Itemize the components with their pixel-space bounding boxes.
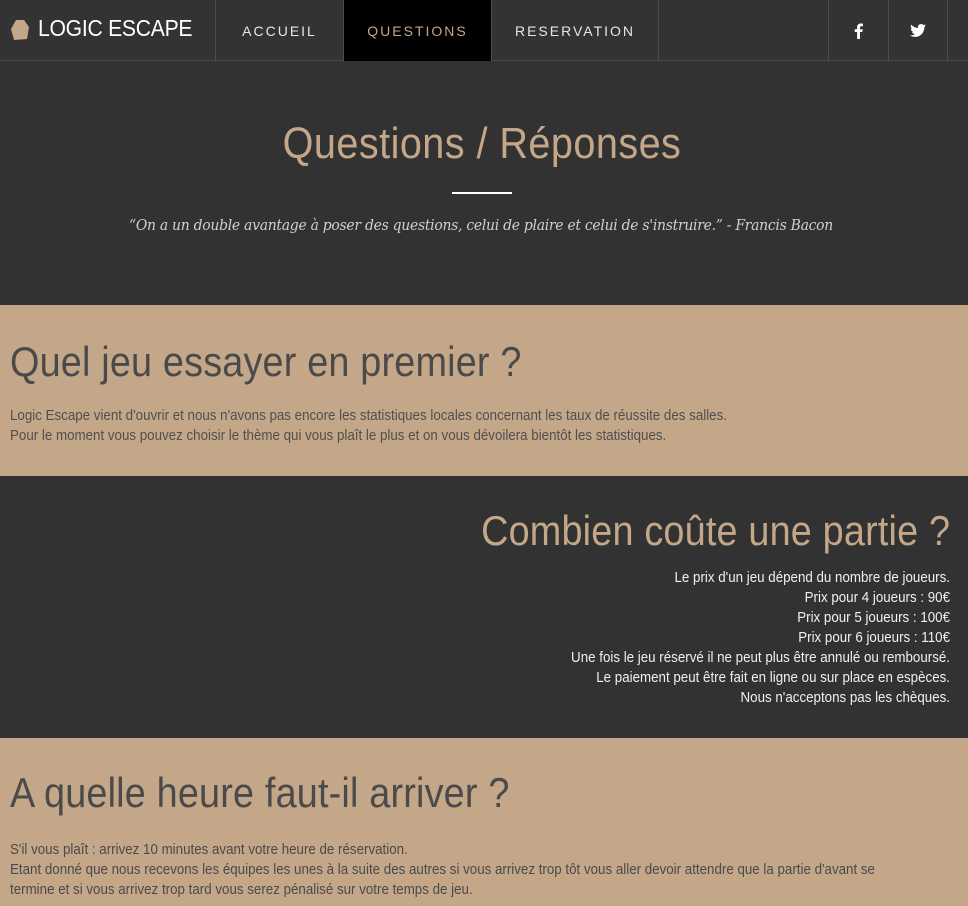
faq-answer: S'il vous plaît : arrivez 10 minutes ava… (10, 840, 940, 900)
faq-section-arrival-time: A quelle heure faut-il arriver ? S'il vo… (0, 738, 968, 906)
brand-text: LOGIC ESCAPE (38, 15, 193, 41)
top-navbar: LOGIC ESCAPE ACCUEIL QUESTIONS RESERVATI… (0, 0, 968, 61)
hero-quote: “On a un double avantage à poser des que… (128, 216, 834, 234)
nav-link-accueil[interactable]: ACCUEIL (216, 0, 344, 61)
faq-answer-line: Pour le moment vous pouvez choisir le th… (10, 428, 667, 444)
faq-answer-line: Etant donné que nous recevons les équipe… (10, 862, 875, 878)
title-divider (452, 192, 512, 194)
faq-title: Quel jeu essayer en premier ? (10, 338, 522, 385)
faq-section-price: Combien coûte une partie ? Le prix d'un … (0, 476, 968, 738)
page-title: Questions / Réponses (282, 119, 682, 168)
faq-answer-line: Nous n'acceptons pas les chèques. (740, 690, 950, 706)
faq-answer-line: Une fois le jeu réservé il ne peut plus … (571, 650, 950, 666)
faq-answer-line: Le paiement peut être fait en ligne ou s… (596, 670, 950, 686)
faq-answer: Logic Escape vient d'ouvrir et nous n'av… (10, 406, 960, 446)
faq-title: A quelle heure faut-il arriver ? (10, 769, 510, 816)
twitter-button[interactable] (888, 0, 948, 61)
nav-link-questions[interactable]: QUESTIONS (344, 0, 492, 61)
logo-icon (11, 20, 29, 40)
faq-answer: Le prix d'un jeu dépend du nombre de jou… (50, 568, 950, 708)
faq-answer-line: Prix pour 6 joueurs : 110€ (798, 630, 950, 646)
faq-answer-line: Prix pour 4 joueurs : 90€ (804, 590, 950, 606)
faq-title: Combien coûte une partie ? (480, 507, 950, 554)
faq-section-first-game: Quel jeu essayer en premier ? Logic Esca… (0, 305, 968, 476)
hero-section: Questions / Réponses “On a un double ava… (0, 61, 968, 305)
faq-answer-line: termine et si vous arrivez trop tard vou… (10, 882, 473, 898)
facebook-button[interactable] (828, 0, 888, 61)
facebook-icon (854, 23, 863, 39)
faq-answer-line: Le prix d'un jeu dépend du nombre de jou… (674, 570, 950, 586)
faq-answer-line: Logic Escape vient d'ouvrir et nous n'av… (10, 408, 727, 424)
brand-link[interactable]: LOGIC ESCAPE (0, 0, 216, 61)
faq-answer-line: S'il vous plaît : arrivez 10 minutes ava… (10, 842, 408, 858)
nav-link-reservation[interactable]: RESERVATION (492, 0, 659, 61)
twitter-icon (910, 24, 926, 37)
faq-answer-line: Prix pour 5 joueurs : 100€ (797, 610, 950, 626)
